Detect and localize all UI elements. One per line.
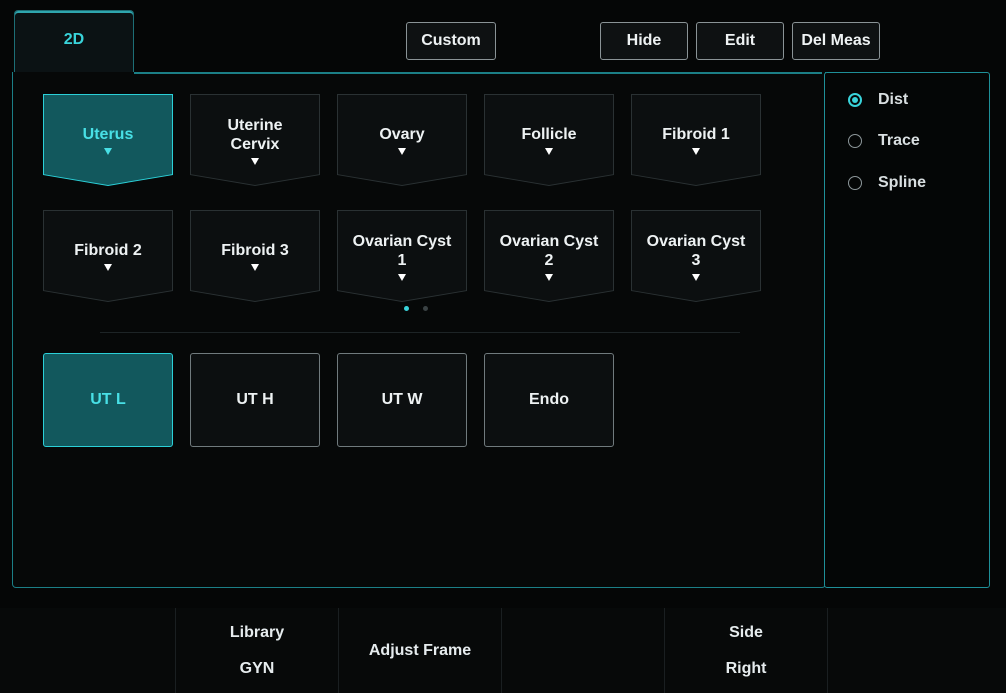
measure-endo-button[interactable]: Endo	[484, 353, 614, 447]
adjust-frame-button[interactable]: Adjust Frame	[338, 608, 501, 693]
divider	[100, 332, 740, 333]
method-label: Trace	[878, 132, 920, 149]
structure-label: Fibroid 2	[74, 242, 142, 259]
tab-underline	[134, 72, 822, 74]
method-spline-radio[interactable]: Spline	[848, 172, 926, 194]
method-trace-radio[interactable]: Trace	[848, 130, 920, 152]
edit-button-label: Edit	[724, 32, 756, 49]
tab-2d-label: 2D	[63, 31, 85, 48]
chevron-down-icon	[692, 148, 700, 155]
structure-ovarian-cyst-3-button[interactable]: Ovarian Cyst 3	[631, 210, 761, 302]
chevron-down-icon	[545, 148, 553, 155]
structure-fibroid-3-button[interactable]: Fibroid 3	[190, 210, 320, 302]
chevron-down-icon	[104, 148, 112, 155]
method-label: Spline	[878, 174, 927, 191]
edit-button[interactable]: Edit	[696, 22, 784, 60]
chevron-down-icon	[251, 264, 259, 271]
structure-ovarian-cyst-1-button[interactable]: Ovarian Cyst 1	[337, 210, 467, 302]
chevron-down-icon	[692, 273, 700, 281]
bottom-cell-empty-1	[13, 608, 175, 693]
side-label: Side	[729, 623, 763, 641]
structure-ovarian-cyst-2-button[interactable]: Ovarian Cyst 2	[484, 210, 614, 302]
radio-icon	[848, 176, 862, 190]
custom-button-label: Custom	[421, 32, 481, 49]
library-control[interactable]: Library GYN	[175, 608, 338, 693]
page-indicator-dot[interactable]	[404, 306, 409, 311]
chevron-down-icon	[251, 157, 259, 165]
radio-icon	[848, 134, 862, 148]
structure-uterus-button[interactable]: Uterus	[43, 94, 173, 186]
measure-ut-h-button[interactable]: UT H	[190, 353, 320, 447]
hide-button[interactable]: Hide	[600, 22, 688, 60]
chevron-down-icon	[398, 148, 406, 155]
structure-label: Ovarian Cyst 2	[499, 232, 599, 269]
structure-ovary-button[interactable]: Ovary	[337, 94, 467, 186]
measure-label: Endo	[529, 391, 569, 408]
chevron-down-icon	[104, 264, 112, 271]
page-indicator-dot[interactable]	[423, 306, 428, 311]
radio-icon	[848, 93, 862, 107]
structure-follicle-button[interactable]: Follicle	[484, 94, 614, 186]
library-label: Library	[229, 623, 285, 641]
measure-ut-l-button[interactable]: UT L	[43, 353, 173, 447]
del-meas-button[interactable]: Del Meas	[792, 22, 880, 60]
library-value: GYN	[239, 659, 275, 677]
structure-label: Follicle	[521, 126, 577, 143]
adjust-frame-label: Adjust Frame	[368, 641, 472, 659]
structure-label: Ovarian Cyst 1	[352, 232, 452, 269]
chevron-down-icon	[398, 273, 406, 281]
structure-label: Ovary	[379, 126, 425, 143]
structure-fibroid-1-button[interactable]: Fibroid 1	[631, 94, 761, 186]
bottom-cell-empty-2	[501, 608, 664, 693]
structure-fibroid-2-button[interactable]: Fibroid 2	[43, 210, 173, 302]
tab-2d[interactable]: 2D	[14, 10, 134, 74]
hide-button-label: Hide	[626, 32, 662, 49]
measure-label: UT W	[381, 391, 423, 408]
chevron-down-icon	[545, 273, 553, 281]
measure-ut-w-button[interactable]: UT W	[337, 353, 467, 447]
del-meas-button-label: Del Meas	[801, 32, 871, 49]
structure-label: Fibroid 3	[221, 242, 289, 259]
structure-label: Uterine Cervix	[227, 116, 283, 153]
bottom-cell-empty-3	[827, 608, 990, 693]
structure-uterine-cervix-button[interactable]: Uterine Cervix	[190, 94, 320, 186]
side-value: Right	[725, 659, 767, 677]
custom-button[interactable]: Custom	[406, 22, 496, 60]
structure-label: Uterus	[82, 126, 134, 143]
side-control[interactable]: Side Right	[664, 608, 827, 693]
method-dist-radio[interactable]: Dist	[848, 89, 908, 111]
measure-label: UT L	[90, 391, 126, 408]
structure-label: Fibroid 1	[662, 126, 730, 143]
method-label: Dist	[878, 91, 909, 108]
measure-label: UT H	[236, 391, 274, 408]
structure-label: Ovarian Cyst 3	[646, 232, 746, 269]
